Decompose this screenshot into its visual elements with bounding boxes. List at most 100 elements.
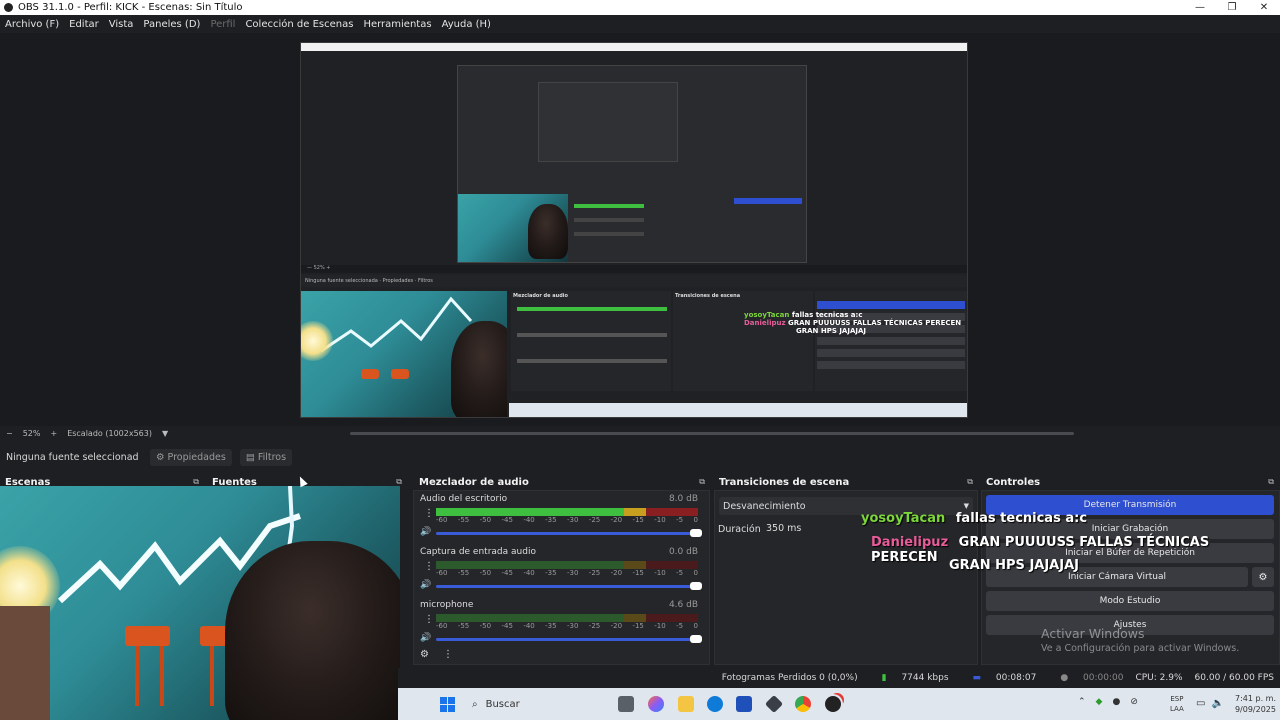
dock-float-icon[interactable]: ⧉: [1268, 477, 1274, 487]
nested-preview: [457, 65, 807, 263]
chat-message-1: yosoyTacan fallas tecnicas a:c: [861, 511, 1087, 526]
dropped-frames: Fotogramas Perdidos 0 (0,0%): [721, 673, 858, 683]
menu-herramientas[interactable]: Herramientas: [363, 19, 431, 30]
nested-controls-dock: [815, 291, 967, 391]
mixer-menu-icon[interactable]: ⋮: [443, 649, 453, 660]
volume-meter: [436, 508, 698, 516]
chevron-down-icon: ▼: [963, 502, 969, 510]
tray-network-icon[interactable]: ⊘: [1130, 697, 1138, 707]
tray-obs-icon[interactable]: ●: [1112, 697, 1120, 707]
volume-slider[interactable]: [436, 582, 702, 590]
chevron-down-icon[interactable]: ▼: [162, 429, 168, 438]
edge-icon[interactable]: [707, 696, 723, 712]
properties-button[interactable]: ⚙ Propiedades: [150, 448, 232, 466]
nested-controls: [654, 196, 804, 256]
signal-icon: ▮: [881, 673, 890, 683]
preview-scrollbar[interactable]: [350, 432, 1074, 435]
chevron-up-icon[interactable]: ⌃: [1078, 697, 1086, 707]
kebab-icon[interactable]: ⋮: [424, 508, 434, 519]
chat-text: GRAN HPS JAJAJAJ: [949, 558, 1079, 573]
volume-meter: [436, 561, 698, 569]
gear-icon: ⚙: [1258, 571, 1268, 583]
recording-time: ● 00:00:00: [1060, 673, 1124, 683]
menu-archivo[interactable]: Archivo (F): [5, 19, 59, 30]
language-indicator[interactable]: ESP LAA: [1170, 694, 1184, 714]
filter-icon: ▤: [245, 451, 258, 463]
zoom-level: 52%: [22, 429, 41, 438]
transitions-dock-title: Transiciones de escena ⧉: [719, 476, 973, 488]
furniture: [0, 606, 50, 720]
stream-time: ▬ 00:08:07: [972, 673, 1037, 683]
zoom-in-button[interactable]: +: [50, 429, 57, 438]
nested-source-toolbar: Ninguna fuente seleccionada · Propiedade…: [301, 275, 967, 287]
channel-db: 4.6 dB: [668, 600, 698, 610]
record-icon: ●: [1060, 673, 1072, 683]
kebab-icon[interactable]: ⋮: [424, 614, 434, 625]
speaker-icon[interactable]: 🔊: [420, 633, 431, 643]
minimize-button[interactable]: —: [1184, 2, 1216, 13]
speaker-icon[interactable]: 🔊: [420, 580, 431, 590]
nested-zoom-bar: — 52% +: [301, 265, 967, 273]
app-icon[interactable]: [764, 694, 784, 714]
taskbar-search[interactable]: ⌕ Buscar: [466, 694, 594, 714]
volume-slider[interactable]: [436, 529, 702, 537]
menu-editar[interactable]: Editar: [69, 19, 99, 30]
monitor-icon[interactable]: ▭: [1196, 698, 1205, 709]
menu-coleccion-escenas[interactable]: Colección de Escenas: [245, 19, 353, 30]
chat-username: yosoyTacan: [861, 511, 946, 526]
zoom-out-button[interactable]: −: [6, 429, 13, 438]
task-view-icon[interactable]: [618, 696, 634, 712]
filters-button[interactable]: ▤ Filtros: [239, 448, 293, 466]
obs-taskbar-icon[interactable]: [825, 696, 841, 712]
file-explorer-icon[interactable]: [678, 696, 694, 712]
mixer-channel-microphone: microphone 4.6 dB ⋮ -60 -55 -50 -45 -40 -35 -3…: [418, 600, 702, 656]
store-icon[interactable]: [736, 696, 752, 712]
windows-start-icon[interactable]: [440, 697, 455, 712]
mixer-footer: ⚙ ⋮: [420, 649, 453, 660]
meter-ticks: -60 -55 -50 -45 -40 -35 -30 -25 -20 -15 -10 -5 0: [436, 569, 698, 577]
close-button[interactable]: ✕: [1248, 2, 1280, 13]
nested-chat-overlay: yosoyTacan fallas tecnicas a:c Danielipu…: [744, 311, 962, 335]
nested-webcam: [458, 194, 568, 262]
tray-icons: ▭ 🔈: [1196, 698, 1224, 709]
activation-watermark: Activar Windows Ve a Configuración para …: [1041, 626, 1240, 654]
chat-text: fallas tecnicas a:c: [955, 511, 1088, 526]
tray-app-icon[interactable]: ◆: [1096, 697, 1103, 707]
mixer-dock-title: Mezclador de audio ⧉: [419, 476, 705, 488]
stream-icon: ▬: [972, 673, 984, 683]
chat-message-2-cont: GRAN HPS JAJAJAJ: [949, 558, 1079, 573]
menu-vista[interactable]: Vista: [109, 19, 134, 30]
nested-titlebar: [301, 43, 967, 51]
volume-meter: [436, 614, 698, 622]
virtual-camera-settings-button[interactable]: ⚙: [1252, 567, 1274, 587]
cpu-usage: CPU: 2.9%: [1135, 673, 1183, 683]
chrome-icon[interactable]: [795, 696, 811, 712]
menu-perfil[interactable]: Perfil: [210, 19, 235, 30]
advanced-audio-icon[interactable]: ⚙: [420, 649, 429, 660]
clock[interactable]: 7:41 p. m. 9/09/2025: [1222, 693, 1276, 715]
zoom-bar: − 52% + Escalado (1002x563) ▼: [6, 429, 168, 438]
maximize-button[interactable]: ❐: [1216, 2, 1248, 13]
dock-float-icon[interactable]: ⧉: [967, 477, 973, 487]
fps: 60.00 / 60.00 FPS: [1194, 673, 1274, 683]
speaker-icon[interactable]: 🔊: [420, 527, 431, 537]
duration-input[interactable]: 350 ms: [762, 521, 852, 537]
meter-ticks: -60 -55 -50 -45 -40 -35 -30 -25 -20 -15 -10 -5 0: [436, 622, 698, 630]
menu-bar: Archivo (F) Editar Vista Paneles (D) Per…: [0, 15, 1280, 33]
kebab-icon[interactable]: ⋮: [424, 561, 434, 572]
nested-preview-2: [538, 82, 678, 162]
studio-mode-button[interactable]: Modo Estudio: [986, 591, 1274, 611]
nested-transitions: Transiciones de escena: [673, 291, 813, 391]
menu-paneles[interactable]: Paneles (D): [143, 19, 200, 30]
copilot-icon[interactable]: [648, 696, 664, 712]
chat-username: Danielipuz: [871, 535, 949, 550]
duration-label: Duración: [718, 524, 761, 535]
dock-float-icon[interactable]: ⧉: [699, 477, 705, 487]
no-source-label: Ninguna fuente seleccionad: [6, 451, 139, 463]
bitrate: ▮ 7744 kbps: [881, 673, 949, 683]
menu-ayuda[interactable]: Ayuda (H): [442, 19, 491, 30]
window-titlebar: OBS 31.1.0 - Perfil: KICK - Escenas: Sin…: [0, 0, 1280, 15]
volume-slider[interactable]: [436, 635, 702, 643]
program-preview[interactable]: — 52% + Ninguna fuente seleccionada · Pr…: [300, 42, 968, 418]
obs-logo-icon: [4, 3, 13, 12]
